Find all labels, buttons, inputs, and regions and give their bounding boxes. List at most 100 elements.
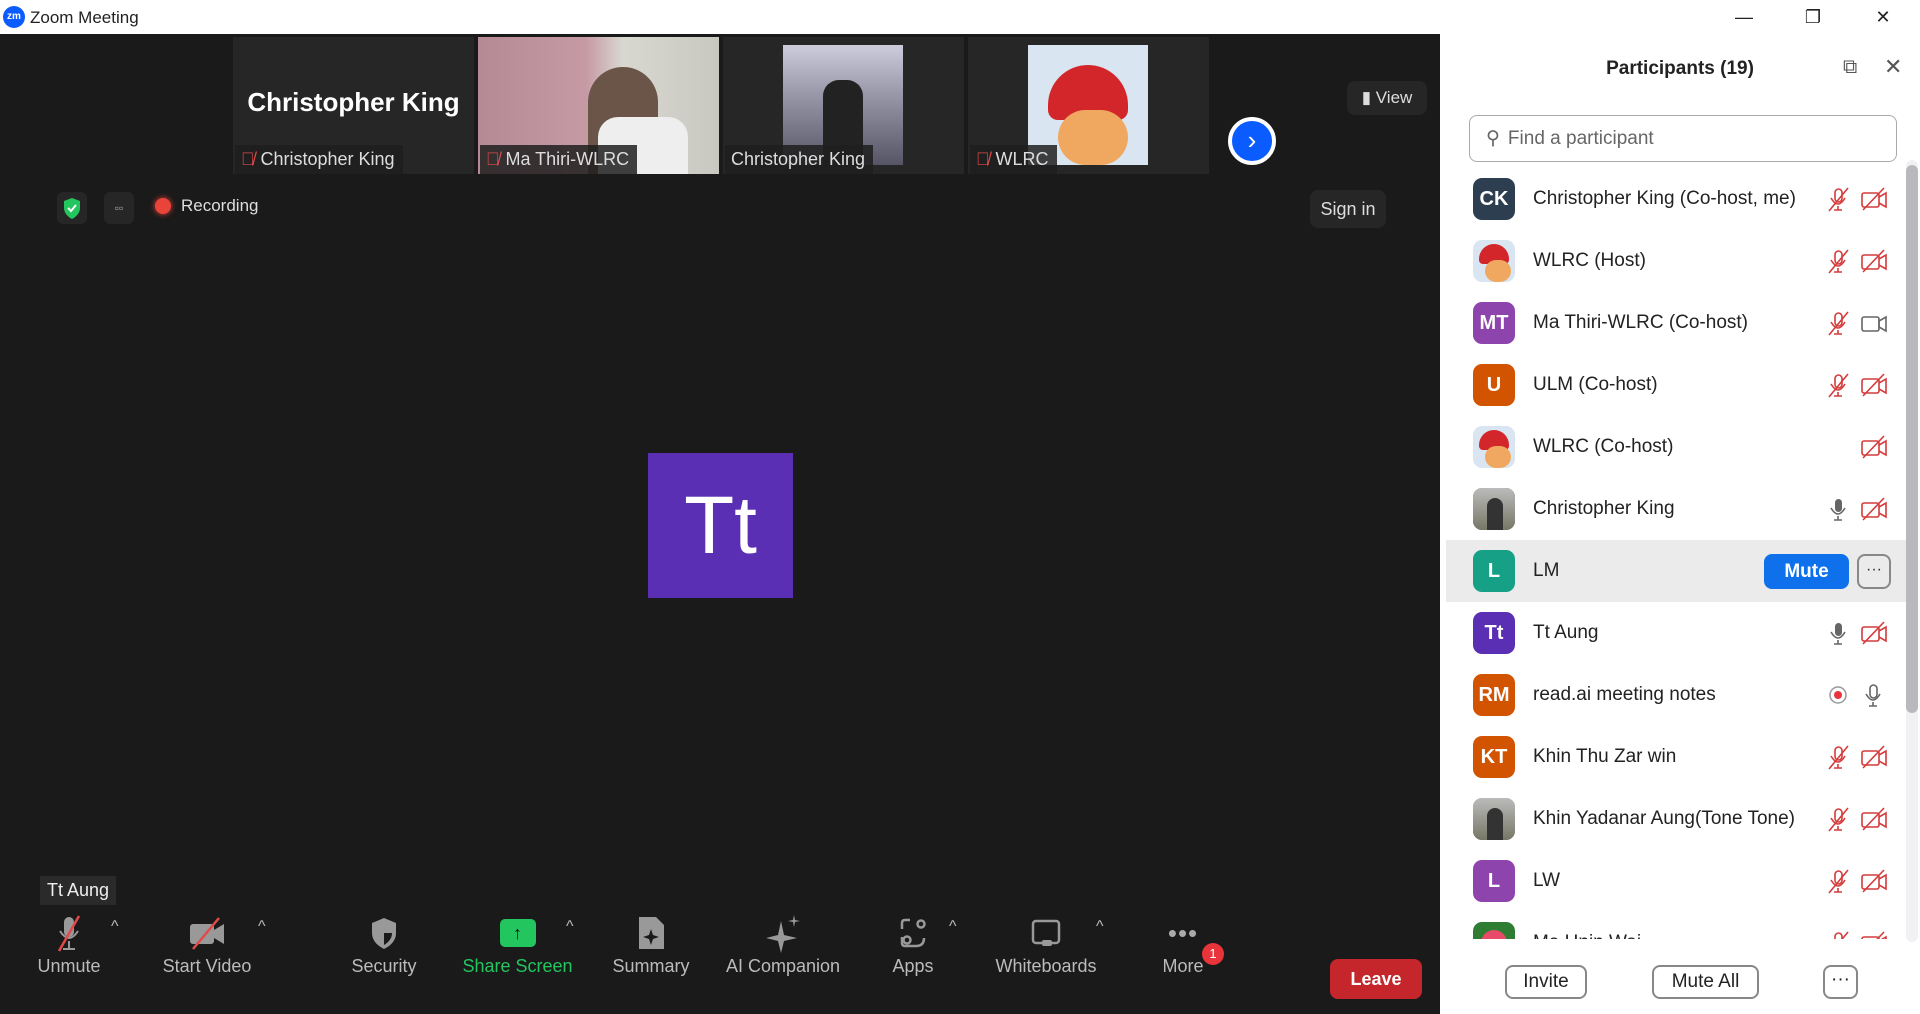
title-bar: zm Zoom Meeting — ❐ ✕ [0,0,1920,34]
video-options-caret[interactable]: ^ [258,918,266,936]
participant-list: CK Christopher King (Co-host, me) WLRC (Ho… [1446,168,1906,939]
participant-row[interactable]: L LW [1446,850,1906,912]
unmute-label: Unmute [37,956,101,976]
audio-options-caret[interactable]: ^ [111,918,119,936]
tile-name-large: Christopher King [247,87,460,117]
participant-row[interactable]: MT Ma Thiri-WLRC (Co-host) [1446,292,1906,354]
participant-name: Khin Yadanar Aung(Tone Tone) [1533,808,1795,829]
security-shield-button[interactable] [57,192,87,224]
start-video-button[interactable]: Start Video [157,910,257,977]
participant-row[interactable]: CK Christopher King (Co-host, me) [1446,168,1906,230]
view-label: View [1375,88,1413,107]
scrollbar-thumb[interactable] [1906,165,1918,713]
participant-avatar [1473,922,1515,939]
video-off-icon [1861,745,1887,769]
apps-button[interactable]: Apps [888,910,938,977]
participant-more-button[interactable]: ··· [1857,554,1891,589]
participant-row[interactable]: U ULM (Co-host) [1446,354,1906,416]
start-video-label: Start Video [162,956,252,976]
window-title: Zoom Meeting [30,8,139,27]
search-icon: ⚲ [1486,128,1500,149]
unmute-button[interactable]: Unmute [28,910,110,977]
participant-search-input[interactable]: ⚲ Find a participant [1469,115,1897,162]
mic-muted-icon [57,915,81,952]
more-dots-icon: ••• [1167,917,1199,948]
tile-label: Christopher King [731,149,866,169]
participant-row[interactable]: Christopher King [1446,478,1906,540]
participant-avatar: U [1473,364,1515,406]
participant-name: WLRC (Co-host) [1533,436,1674,457]
video-off-icon [190,917,224,950]
leave-button[interactable]: Leave [1330,959,1422,999]
close-panel-icon[interactable]: ✕ [1884,54,1902,80]
participant-name: Ma Hnin Wai [1533,932,1641,939]
ai-companion-button[interactable]: AI Companion [721,910,845,977]
search-placeholder: Find a participant [1507,127,1654,149]
video-tile[interactable]: 🎙̸ WLRC [968,37,1209,174]
popout-icon[interactable]: ⧉ [1843,56,1857,79]
participant-row[interactable]: KT Khin Thu Zar win [1446,726,1906,788]
ai-companion-label: AI Companion [725,956,841,976]
next-page-button[interactable]: › [1228,117,1276,165]
more-label: More [1162,956,1204,976]
video-tile[interactable]: 🎙̸ Ma Thiri-WLRC [478,37,719,174]
participant-row[interactable]: L LM Mute ··· [1446,540,1906,602]
more-button[interactable]: ••• More [1158,910,1208,977]
summary-doc-icon [639,917,664,949]
minimize-button[interactable]: — [1724,4,1764,30]
share-screen-label: Share Screen [462,956,573,976]
meeting-info-button[interactable]: ▫▫ [104,192,134,224]
participant-name: Tt Aung [1533,622,1599,643]
more-options-button[interactable]: ··· [1823,965,1858,999]
view-button[interactable]: ▮ View [1347,81,1427,115]
mute-participant-button[interactable]: Mute [1764,554,1849,589]
recording-indicator[interactable]: Recording [155,196,259,216]
participant-row[interactable]: Tt Tt Aung [1446,602,1906,664]
summary-label: Summary [612,956,690,976]
share-screen-button[interactable]: ↑ Share Screen [460,910,575,977]
video-off-icon [1861,249,1887,273]
participant-avatar [1473,240,1515,282]
security-button[interactable]: Security [344,910,424,977]
record-dot-icon [155,198,171,214]
mic-muted-icon [1828,249,1849,274]
whiteboard-icon [1031,919,1061,946]
participant-avatar: RM [1473,674,1515,716]
recording-label: Recording [181,196,259,215]
mute-all-button[interactable]: Mute All [1652,965,1759,999]
participant-name: LW [1533,870,1561,891]
participant-row[interactable]: Khin Yadanar Aung(Tone Tone) [1446,788,1906,850]
whiteboards-label: Whiteboards [995,956,1097,976]
participant-row[interactable]: WLRC (Host) [1446,230,1906,292]
mic-muted-icon: 🎙̸ [241,149,255,169]
restore-button[interactable]: ❐ [1793,4,1833,30]
shield-check-icon [64,198,80,219]
video-on-icon [1861,315,1887,333]
video-tile[interactable]: Christopher King [723,37,964,174]
apps-options-caret[interactable]: ^ [949,918,957,936]
tile-label: Ma Thiri-WLRC [505,149,630,169]
zoom-logo-icon: zm [3,6,25,28]
participant-name: Christopher King (Co-host, me) [1533,188,1796,209]
participant-avatar: Tt [1473,612,1515,654]
grid-icon: ▫▫ [114,201,124,215]
invite-button[interactable]: Invite [1505,965,1587,999]
participant-row[interactable]: RM read.ai meeting notes [1446,664,1906,726]
participant-name: Christopher King [1533,498,1675,519]
security-shield-icon [372,918,396,949]
mic-on-icon [1830,499,1846,521]
sign-in-button[interactable]: Sign in [1310,190,1386,228]
share-options-caret[interactable]: ^ [566,918,574,936]
participant-row[interactable]: WLRC (Co-host) [1446,416,1906,478]
speaker-name-tooltip: Tt Aung [40,876,117,905]
participant-row[interactable]: Ma Hnin Wai [1446,912,1906,939]
apps-icon [900,918,926,948]
summary-button[interactable]: Summary [605,910,697,977]
notification-badge: 1 [1202,943,1224,965]
meeting-area: Christopher King 🎙̸ Christopher King 🎙̸ Ma… [0,34,1440,1014]
whiteboards-button[interactable]: Whiteboards [990,910,1102,977]
video-strip: Christopher King 🎙̸ Christopher King 🎙̸ Ma… [233,37,1209,174]
video-tile[interactable]: Christopher King 🎙̸ Christopher King [233,37,474,174]
whiteboards-options-caret[interactable]: ^ [1096,918,1104,936]
close-button[interactable]: ✕ [1863,4,1903,30]
